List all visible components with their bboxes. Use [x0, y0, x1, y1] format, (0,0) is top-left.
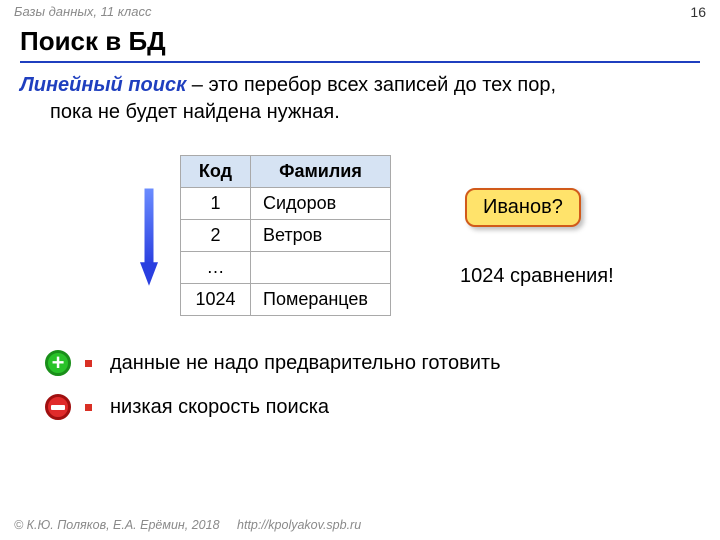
footer-url: http://kpolyakov.spb.ru	[237, 518, 361, 532]
table-header-row: Код Фамилия	[181, 156, 391, 188]
definition-paragraph: Линейный поиск – это перебор всех записе…	[20, 72, 700, 126]
data-table-wrapper: Код Фамилия 1 Сидоров 2 Ветров … 1024 По…	[180, 155, 391, 316]
bullet-plus-row: данные не надо предварительно готовить	[45, 350, 501, 376]
bullet-minus-row: низкая скорость поиска	[45, 394, 501, 420]
header-surname: Фамилия	[251, 156, 391, 188]
bullet-plus-text: данные не надо предварительно готовить	[110, 352, 501, 375]
cell-surname: Сидоров	[251, 188, 391, 220]
cell-surname	[251, 252, 391, 284]
cell-surname: Ветров	[251, 220, 391, 252]
arrow-down-icon	[140, 188, 158, 288]
definition-text-2: пока не будет найдена нужная.	[50, 99, 700, 126]
header-code: Код	[181, 156, 251, 188]
page-title: Поиск в БД	[20, 26, 700, 63]
plus-icon	[45, 350, 71, 376]
header-bar: Базы данных, 11 класс 16	[14, 4, 706, 20]
cell-code: …	[181, 252, 251, 284]
course-label: Базы данных, 11 класс	[14, 4, 151, 20]
cell-code: 1	[181, 188, 251, 220]
cell-code: 1024	[181, 284, 251, 316]
footer: © К.Ю. Поляков, Е.А. Ерёмин, 2018 http:/…	[14, 518, 361, 532]
cell-surname: Померанцев	[251, 284, 391, 316]
minus-icon	[45, 394, 71, 420]
table-row: 2 Ветров	[181, 220, 391, 252]
table-row: 1024 Померанцев	[181, 284, 391, 316]
copyright-text: © К.Ю. Поляков, Е.А. Ерёмин, 2018	[14, 518, 220, 532]
data-table: Код Фамилия 1 Сидоров 2 Ветров … 1024 По…	[180, 155, 391, 316]
table-row: …	[181, 252, 391, 284]
comparisons-note: 1024 сравнения!	[460, 265, 614, 288]
bullets-list: данные не надо предварительно готовить н…	[45, 350, 501, 438]
search-callout: Иванов?	[465, 188, 581, 227]
definition-text-1: – это перебор всех записей до тех пор,	[186, 74, 556, 96]
bullet-minus-text: низкая скорость поиска	[110, 396, 329, 419]
bullet-marker-icon	[85, 360, 92, 367]
definition-term: Линейный поиск	[20, 74, 186, 96]
page-number: 16	[690, 4, 706, 20]
table-row: 1 Сидоров	[181, 188, 391, 220]
cell-code: 2	[181, 220, 251, 252]
bullet-marker-icon	[85, 404, 92, 411]
